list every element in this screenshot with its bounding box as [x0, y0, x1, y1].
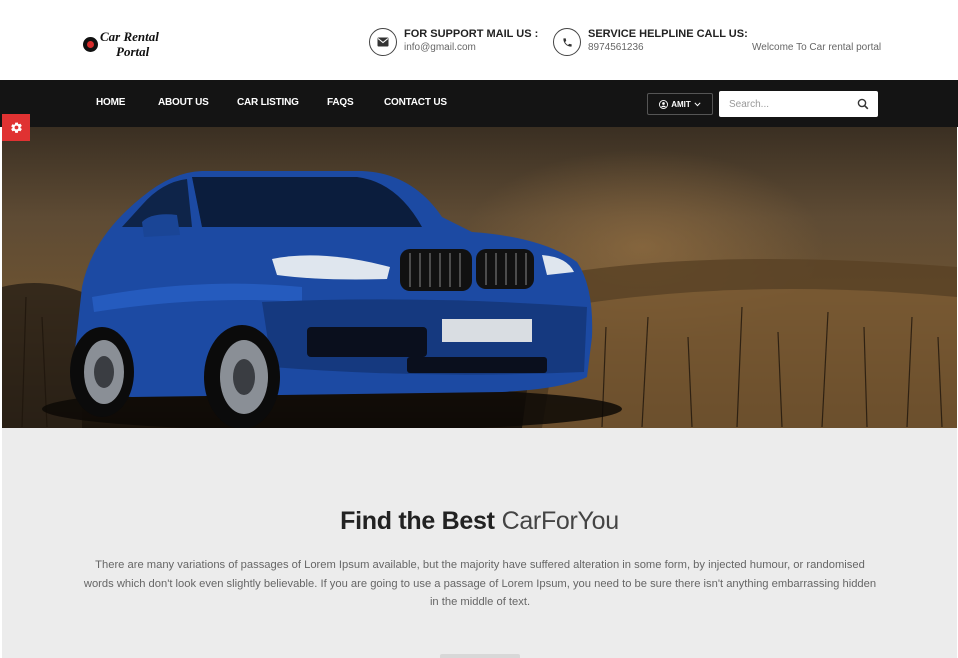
support-mail-title: FOR SUPPORT MAIL US : — [404, 28, 539, 40]
search-box — [719, 91, 878, 117]
site-logo[interactable]: Car Rental Portal — [83, 29, 183, 63]
hero-car-image — [2, 171, 957, 428]
helpline-title: SERVICE HELPLINE CALL US: — [588, 28, 748, 40]
phone-icon — [553, 28, 581, 56]
next-section-edge — [440, 654, 520, 658]
nav-car-listing[interactable]: CAR LISTING — [237, 97, 299, 108]
search-input[interactable] — [719, 91, 849, 117]
logo-badge-icon — [83, 37, 98, 52]
welcome-text: Welcome To Car rental portal — [752, 42, 882, 53]
nav-contact-us[interactable]: CONTACT US — [384, 97, 447, 108]
intro-section: Find the Best CarForYou There are many v… — [2, 428, 957, 658]
user-name: AMIT — [671, 99, 691, 109]
heading-bold-part: Find the Best — [340, 507, 495, 535]
hero-banner — [2, 127, 957, 428]
intro-description: There are many variations of passages of… — [83, 559, 877, 608]
gear-icon — [10, 122, 22, 133]
heading-light-part: CarForYou — [501, 507, 620, 535]
support-mail-block: FOR SUPPORT MAIL US : info@gmail.com — [369, 28, 549, 60]
settings-toggle[interactable] — [2, 114, 30, 141]
logo-text-line2: Portal — [116, 44, 150, 59]
intro-heading: Find the Best CarForYou — [2, 507, 957, 536]
logo-text-line1: Car Rental — [100, 29, 159, 44]
top-header: Car Rental Portal FOR SUPPORT MAIL US : … — [0, 0, 958, 80]
user-menu-button[interactable]: AMIT — [647, 93, 713, 115]
search-icon[interactable] — [857, 98, 869, 110]
nav-faqs[interactable]: FAQS — [327, 97, 354, 108]
nav-home[interactable]: HOME — [96, 97, 125, 108]
support-mail-email[interactable]: info@gmail.com — [404, 42, 476, 53]
user-icon — [659, 99, 669, 109]
chevron-down-icon — [694, 101, 701, 106]
helpline-phone[interactable]: 8974561236 — [588, 42, 644, 53]
nav-about-us[interactable]: ABOUT US — [158, 97, 209, 108]
main-navbar: HOME ABOUT US CAR LISTING FAQS CONTACT U… — [0, 80, 958, 127]
helpline-block: SERVICE HELPLINE CALL US: 8974561236 — [553, 28, 748, 60]
envelope-icon — [369, 28, 397, 56]
